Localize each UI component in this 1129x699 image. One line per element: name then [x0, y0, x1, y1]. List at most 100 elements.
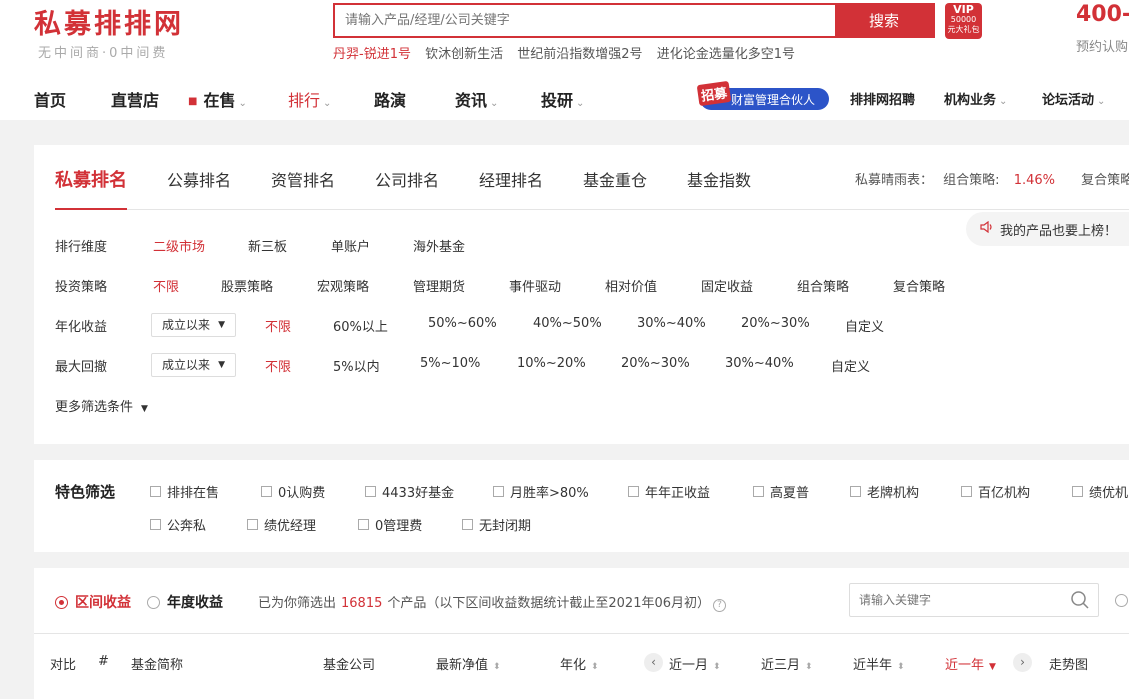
col-3-month[interactable]: 近三月 ⬍ — [761, 654, 813, 673]
filter-option[interactable]: 50%~60% — [428, 316, 497, 331]
nav-forum[interactable]: 论坛活动 ⌄ — [1042, 89, 1105, 108]
nav-institution[interactable]: 机构业务 ⌄ — [944, 89, 1007, 108]
filter-option[interactable]: 相对价值 — [605, 276, 657, 295]
filter-option[interactable]: 40%~50% — [533, 316, 602, 331]
feature-checkbox[interactable]: 4433好基金 — [365, 482, 454, 501]
chevron-right-icon[interactable]: › — [1013, 653, 1032, 672]
filter-option[interactable]: 单账户 — [331, 236, 370, 255]
filter-option[interactable]: 事件驱动 — [509, 276, 561, 295]
annual-period-select[interactable]: 成立以来 ▼ — [151, 313, 236, 337]
feature-checkbox[interactable]: 绩优机 — [1072, 482, 1128, 501]
search-icon[interactable] — [1070, 590, 1090, 610]
nav-label: 资讯 — [455, 91, 488, 110]
filter-option[interactable]: 不限 — [265, 316, 291, 335]
feature-checkbox[interactable]: 老牌机构 — [850, 482, 919, 501]
filter-option[interactable]: 管理期货 — [413, 276, 465, 295]
hot-word-link[interactable]: 世纪前沿指数增强2号 — [517, 47, 642, 62]
tab-manager-ranking[interactable]: 经理排名 — [479, 167, 543, 191]
checkbox-box — [150, 519, 161, 530]
checkbox-box — [247, 519, 258, 530]
feature-checkbox[interactable]: 0管理费 — [358, 515, 422, 534]
search-button[interactable]: 搜索 — [835, 5, 933, 36]
feature-checkbox[interactable]: 排排在售 — [150, 482, 219, 501]
filter-option[interactable]: 10%~20% — [517, 356, 586, 371]
tab-asset-mgmt-ranking[interactable]: 资管排名 — [271, 167, 335, 191]
checkbox-box — [365, 486, 376, 497]
nav-research[interactable]: 投研 ⌄ — [541, 87, 584, 111]
feature-checkbox[interactable]: 年年正收益 — [628, 482, 710, 501]
feature-checkbox[interactable]: 0认购费 — [261, 482, 325, 501]
vip-gift-badge[interactable]: VIP 50000 元大礼包 — [945, 3, 982, 39]
filter-option[interactable]: 二级市场 — [153, 236, 205, 255]
barometer-next-strategy: 复合策略 — [1081, 173, 1129, 188]
nav-roadshow[interactable]: 路演 — [374, 87, 406, 111]
filter-option[interactable]: 不限 — [153, 276, 179, 295]
chevron-left-icon[interactable]: ‹ — [644, 653, 663, 672]
filter-option[interactable]: 新三板 — [248, 236, 287, 255]
checkbox-box — [150, 486, 161, 497]
hot-word-link[interactable]: 丹羿-锐进1号 — [333, 47, 411, 62]
radio-interval-return[interactable]: 区间收益 — [55, 592, 131, 612]
filter-option[interactable]: 60%以上 — [333, 316, 388, 335]
help-icon[interactable]: ? — [713, 599, 727, 612]
checkbox-label: 4433好基金 — [382, 486, 455, 501]
hot-word-link[interactable]: 钦沐创新生活 — [425, 47, 503, 62]
tab-public-ranking[interactable]: 公募排名 — [167, 167, 231, 191]
col-6-month[interactable]: 近半年 ⬍ — [853, 654, 905, 673]
drawdown-period-select[interactable]: 成立以来 ▼ — [151, 353, 236, 377]
feature-checkbox[interactable]: 无封闭期 — [462, 515, 531, 534]
search-input[interactable] — [335, 5, 835, 36]
nav-home[interactable]: 首页 — [34, 87, 66, 111]
nav-on-sale[interactable]: ■ 在售 ⌄ — [188, 87, 247, 111]
hotline-subtitle: 预约认购 — [1076, 40, 1129, 55]
filter-option[interactable]: 股票策略 — [221, 276, 273, 295]
filter-option[interactable]: 不限 — [265, 356, 291, 375]
filter-option[interactable]: 30%~40% — [725, 356, 794, 371]
barometer-pct: 1.46% — [1013, 173, 1055, 188]
nav-news[interactable]: 资讯 ⌄ — [455, 87, 498, 111]
vip-sub: 元大礼包 — [947, 25, 980, 34]
feature-checkbox[interactable]: 绩优经理 — [247, 515, 316, 534]
submit-product-button[interactable]: 我的产品也要上榜！ — [966, 212, 1129, 246]
filter-option[interactable]: 复合策略 — [893, 276, 945, 295]
feature-checkbox[interactable]: 月胜率>80% — [493, 482, 589, 501]
keyword-input[interactable] — [850, 584, 1060, 616]
filter-option[interactable]: 5%以内 — [333, 356, 380, 375]
radio-extra[interactable] — [1115, 594, 1128, 607]
tab-fund-holdings[interactable]: 基金重仓 — [583, 167, 647, 191]
recruit-partner-banner[interactable]: 招募 财富管理合伙人 — [696, 80, 829, 110]
more-filters-toggle[interactable]: 更多筛选条件 ▼ — [55, 396, 148, 415]
filter-option[interactable]: 30%~40% — [637, 316, 706, 331]
recruit-label: 财富管理合伙人 — [731, 92, 816, 107]
filter-option[interactable]: 自定义 — [831, 356, 870, 375]
col-1-year[interactable]: 近一年 ▼ — [945, 654, 996, 673]
col-1-month[interactable]: 近一月 ⬍ — [669, 654, 721, 673]
nav-ranking[interactable]: 排行 ⌄ — [288, 87, 331, 111]
filter-label-strategy: 投资策略 — [55, 280, 108, 295]
hot-word-link[interactable]: 进化论金选量化多空1号 — [657, 47, 795, 62]
col-latest-nav[interactable]: 最新净值 ⬍ — [436, 654, 501, 673]
radio-yearly-return[interactable]: 年度收益 — [147, 592, 223, 612]
tab-private-ranking[interactable]: 私募排名 — [55, 166, 127, 192]
filter-option[interactable]: 海外基金 — [413, 236, 465, 255]
col-annualized[interactable]: 年化 ⬍ — [560, 654, 599, 673]
filter-option[interactable]: 20%~30% — [621, 356, 690, 371]
tab-fund-index[interactable]: 基金指数 — [687, 167, 751, 191]
nav-direct-store[interactable]: 直营店 — [111, 87, 159, 111]
checkbox-box — [358, 519, 369, 530]
feature-checkbox[interactable]: 高夏普 — [753, 482, 809, 501]
filter-option[interactable]: 固定收益 — [701, 276, 753, 295]
search-bar: 搜索 — [333, 3, 935, 38]
feature-checkbox[interactable]: 公奔私 — [150, 515, 206, 534]
filter-option[interactable]: 20%~30% — [741, 316, 810, 331]
radio-label: 区间收益 — [75, 595, 131, 611]
filter-option[interactable]: 宏观策略 — [317, 276, 369, 295]
feature-checkbox[interactable]: 百亿机构 — [961, 482, 1030, 501]
tab-company-ranking[interactable]: 公司排名 — [375, 167, 439, 191]
checkbox-box — [628, 486, 639, 497]
filter-option[interactable]: 自定义 — [845, 316, 884, 335]
site-logo[interactable]: 私募排排网 — [34, 2, 184, 41]
filter-option[interactable]: 5%~10% — [420, 356, 480, 371]
nav-careers[interactable]: 排排网招聘 — [850, 89, 915, 108]
filter-option[interactable]: 组合策略 — [797, 276, 849, 295]
